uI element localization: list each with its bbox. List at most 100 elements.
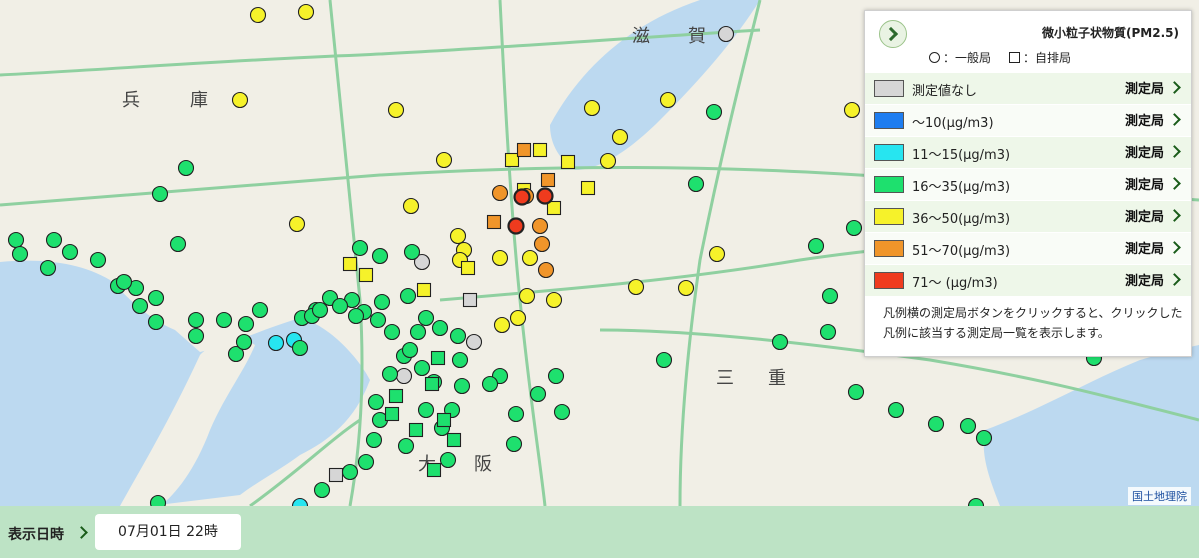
station-marker-c50-circle[interactable]	[627, 278, 645, 296]
station-marker-c35-circle[interactable]	[397, 437, 415, 455]
station-marker-c35-circle[interactable]	[481, 375, 499, 393]
station-marker-c35-circle[interactable]	[215, 311, 233, 329]
station-marker-c35-circle[interactable]	[401, 341, 419, 359]
map-attribution[interactable]: 国土地理院	[1128, 487, 1191, 505]
station-marker-c35-circle[interactable]	[771, 333, 789, 351]
station-marker-c35-circle[interactable]	[417, 309, 435, 327]
station-marker-c50-square[interactable]	[504, 152, 520, 168]
station-marker-c50-square[interactable]	[460, 260, 476, 276]
station-marker-c35-square[interactable]	[388, 388, 404, 404]
station-marker-c35-circle[interactable]	[845, 219, 863, 237]
station-marker-c50-square[interactable]	[416, 282, 432, 298]
station-marker-c35-circle[interactable]	[7, 231, 25, 249]
station-marker-c35-circle[interactable]	[89, 251, 107, 269]
station-marker-none-circle[interactable]	[395, 367, 413, 385]
station-marker-c50-circle[interactable]	[518, 287, 536, 305]
station-marker-c50-circle[interactable]	[659, 91, 677, 109]
station-marker-c35-square[interactable]	[408, 422, 424, 438]
station-marker-c50-square[interactable]	[546, 200, 562, 216]
station-marker-c35-circle[interactable]	[887, 401, 905, 419]
station-marker-c35-square[interactable]	[426, 462, 442, 478]
station-marker-c70-square[interactable]	[540, 172, 556, 188]
station-marker-none-circle[interactable]	[717, 25, 735, 43]
station-marker-c50-circle[interactable]	[708, 245, 726, 263]
station-marker-c50-square[interactable]	[342, 256, 358, 272]
station-marker-c50-circle[interactable]	[493, 316, 511, 334]
station-marker-c50-square[interactable]	[580, 180, 596, 196]
station-marker-c35-circle[interactable]	[45, 231, 63, 249]
station-marker-c35-circle[interactable]	[453, 377, 471, 395]
station-list-button-51-70[interactable]: 測定局	[1125, 238, 1181, 257]
station-list-button-16-35[interactable]: 測定局	[1125, 174, 1181, 193]
station-marker-c71-circle[interactable]	[536, 187, 554, 205]
station-marker-c50-circle[interactable]	[611, 128, 629, 146]
station-marker-c70-circle[interactable]	[533, 235, 551, 253]
station-marker-c50-circle[interactable]	[583, 99, 601, 117]
station-marker-c35-square[interactable]	[430, 350, 446, 366]
station-marker-c70-circle[interactable]	[491, 184, 509, 202]
station-marker-c35-circle[interactable]	[403, 243, 421, 261]
station-marker-c35-circle[interactable]	[177, 159, 195, 177]
station-marker-c35-circle[interactable]	[61, 243, 79, 261]
station-marker-c35-circle[interactable]	[371, 247, 389, 265]
station-marker-c50-circle[interactable]	[435, 151, 453, 169]
station-marker-c35-square[interactable]	[384, 406, 400, 422]
station-marker-c35-circle[interactable]	[235, 333, 253, 351]
station-marker-c35-square[interactable]	[424, 376, 440, 392]
station-marker-c35-circle[interactable]	[169, 235, 187, 253]
station-marker-c35-circle[interactable]	[507, 405, 525, 423]
station-marker-c35-circle[interactable]	[11, 245, 29, 263]
station-marker-c35-circle[interactable]	[147, 289, 165, 307]
station-marker-c15-circle[interactable]	[267, 334, 285, 352]
station-marker-c35-square[interactable]	[436, 412, 452, 428]
station-marker-c35-circle[interactable]	[351, 239, 369, 257]
station-marker-c70-square[interactable]	[516, 142, 532, 158]
station-marker-c35-square[interactable]	[446, 432, 462, 448]
station-marker-c50-circle[interactable]	[288, 215, 306, 233]
station-marker-c35-circle[interactable]	[373, 293, 391, 311]
station-marker-c35-circle[interactable]	[409, 323, 427, 341]
station-marker-c35-circle[interactable]	[115, 273, 133, 291]
station-marker-c35-circle[interactable]	[655, 351, 673, 369]
station-marker-c35-circle[interactable]	[705, 103, 723, 121]
station-marker-c35-circle[interactable]	[357, 453, 375, 471]
station-marker-c35-circle[interactable]	[347, 307, 365, 325]
station-list-button-10[interactable]: 測定局	[1125, 110, 1181, 129]
station-marker-c35-circle[interactable]	[439, 451, 457, 469]
station-marker-c35-circle[interactable]	[367, 393, 385, 411]
station-marker-c50-circle[interactable]	[387, 101, 405, 119]
station-marker-c35-circle[interactable]	[417, 401, 435, 419]
station-marker-c35-circle[interactable]	[529, 385, 547, 403]
station-marker-none-circle[interactable]	[465, 333, 483, 351]
station-marker-c35-circle[interactable]	[553, 403, 571, 421]
station-marker-c50-square[interactable]	[532, 142, 548, 158]
legend-collapse-chevron-icon[interactable]	[879, 20, 907, 48]
station-marker-c50-circle[interactable]	[402, 197, 420, 215]
station-marker-c50-circle[interactable]	[297, 3, 315, 21]
station-list-button-11-15[interactable]: 測定局	[1125, 142, 1181, 161]
station-marker-c35-circle[interactable]	[847, 383, 865, 401]
station-marker-c35-circle[interactable]	[237, 315, 255, 333]
station-marker-c50-circle[interactable]	[677, 279, 695, 297]
station-marker-c50-circle[interactable]	[491, 249, 509, 267]
station-marker-c35-circle[interactable]	[821, 287, 839, 305]
station-marker-c35-circle[interactable]	[975, 429, 993, 447]
station-marker-c35-circle[interactable]	[187, 311, 205, 329]
station-marker-c35-circle[interactable]	[291, 339, 309, 357]
station-marker-c35-circle[interactable]	[547, 367, 565, 385]
station-marker-c35-circle[interactable]	[341, 463, 359, 481]
station-marker-c35-circle[interactable]	[311, 301, 329, 319]
station-marker-c35-circle[interactable]	[365, 431, 383, 449]
station-marker-c50-circle[interactable]	[449, 227, 467, 245]
station-marker-none-square[interactable]	[462, 292, 478, 308]
station-marker-c50-circle[interactable]	[599, 152, 617, 170]
station-marker-c35-circle[interactable]	[687, 175, 705, 193]
station-marker-c35-circle[interactable]	[819, 323, 837, 341]
station-marker-c70-circle[interactable]	[531, 217, 549, 235]
station-marker-c70-square[interactable]	[486, 214, 502, 230]
station-marker-c71-circle[interactable]	[513, 188, 531, 206]
station-marker-c35-circle[interactable]	[187, 327, 205, 345]
station-marker-c50-circle[interactable]	[545, 291, 563, 309]
station-marker-c35-circle[interactable]	[149, 494, 167, 507]
date-selector[interactable]: 07月01日 22時	[95, 514, 241, 550]
